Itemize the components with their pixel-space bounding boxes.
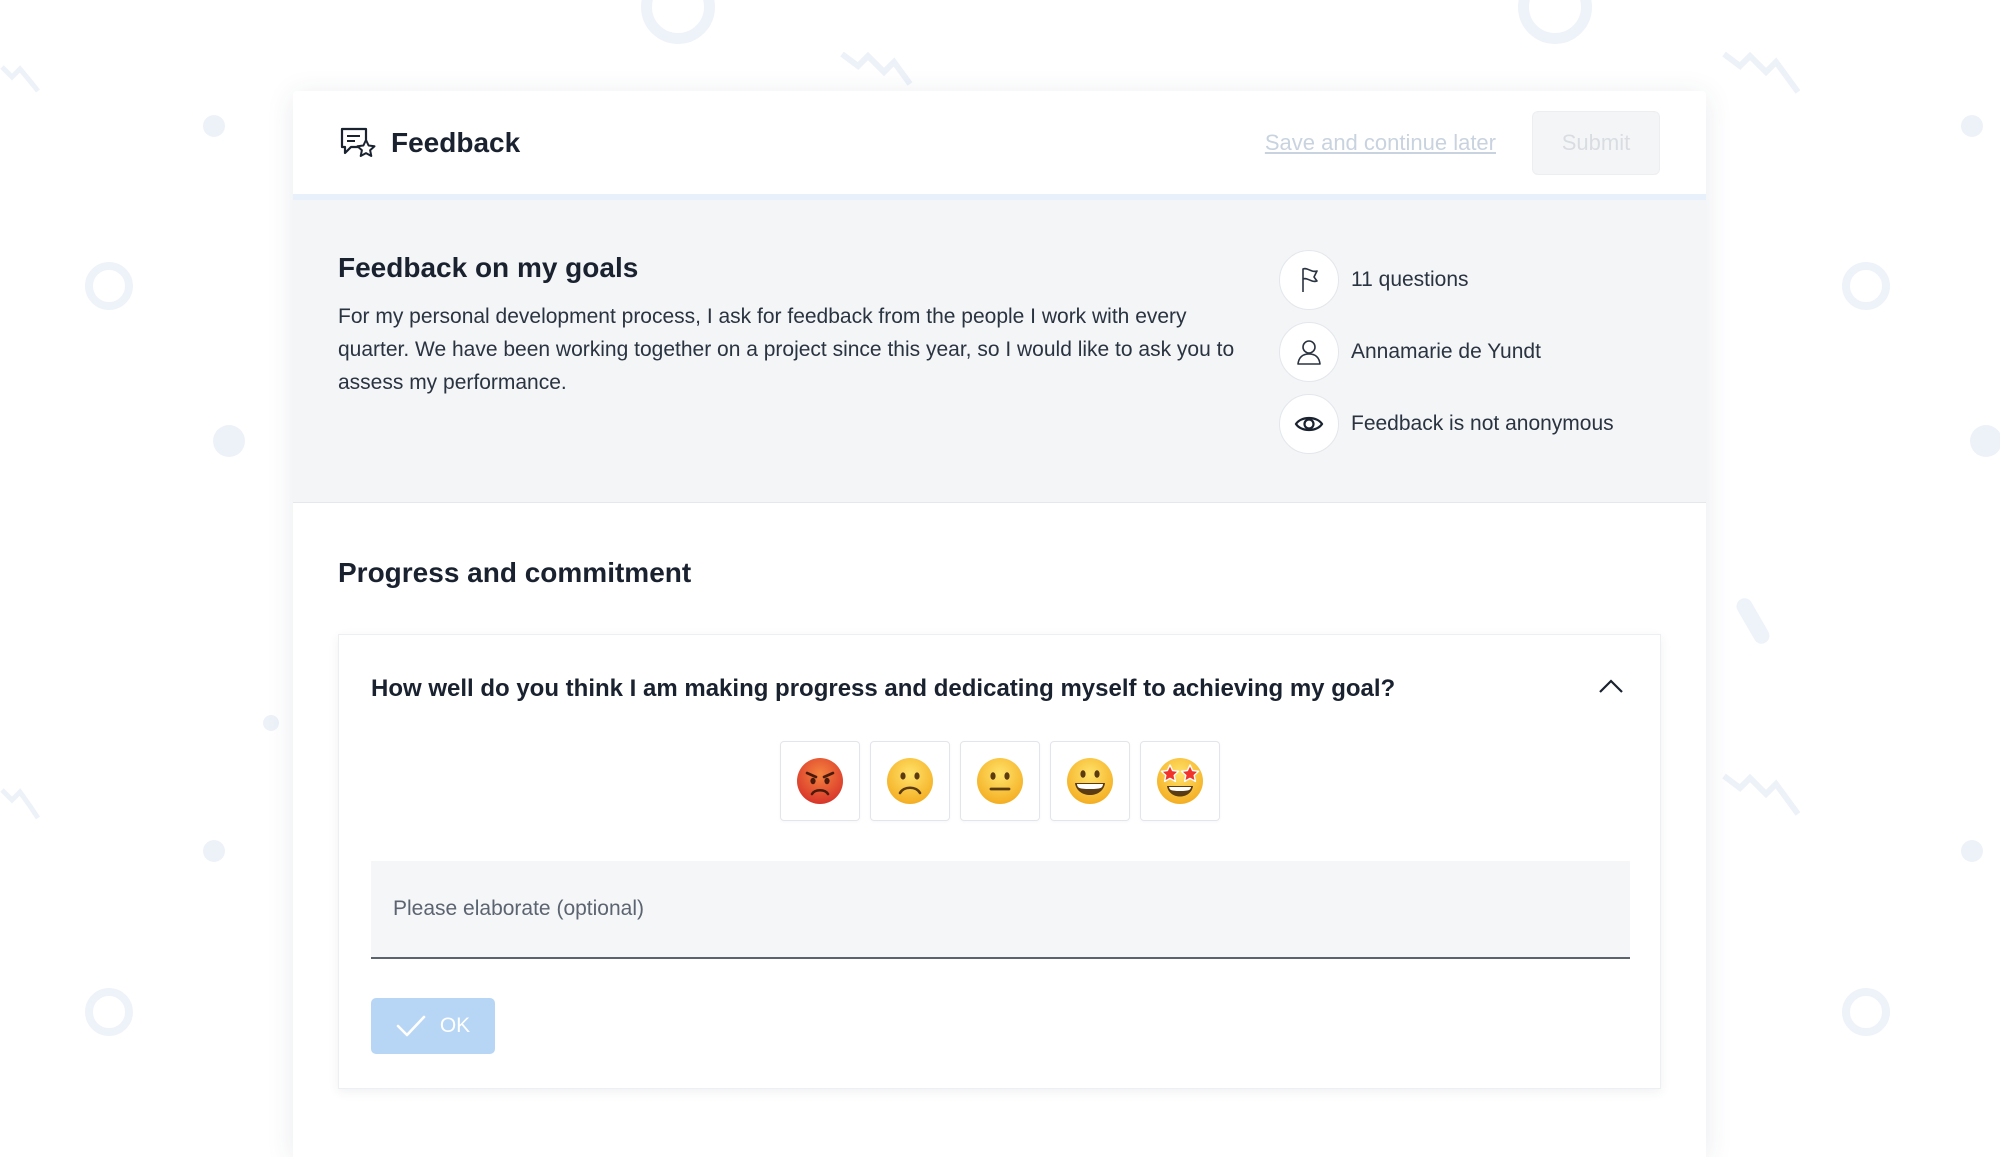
- question-card: How well do you think I am making progre…: [338, 634, 1661, 1089]
- page-title: Feedback: [391, 126, 521, 158]
- checkmark-icon: [396, 1015, 426, 1037]
- submit-button[interactable]: Submit: [1532, 110, 1660, 175]
- meta-text: Annamarie de Yundt: [1351, 340, 1541, 363]
- collapse-button[interactable]: [1596, 675, 1626, 697]
- feedback-chat-star-icon: [339, 126, 377, 160]
- star-struck-face-icon: [1156, 758, 1203, 804]
- background-zigzag: [1722, 773, 1801, 816]
- rating-frowning-button[interactable]: [869, 741, 950, 821]
- background-ring: [85, 988, 133, 1036]
- rating-neutral-button[interactable]: [959, 741, 1040, 821]
- chevron-up-icon: [1599, 679, 1623, 693]
- meta-item-questions: 11 questions: [1279, 250, 1614, 310]
- background-ring: [1842, 262, 1890, 310]
- feedback-info-panel: Feedback on my goals For my personal dev…: [293, 200, 1706, 503]
- rating-grinning-button[interactable]: [1049, 741, 1130, 821]
- background-dot: [263, 715, 279, 731]
- background-ring: [641, 0, 715, 44]
- angry-face-icon: [796, 758, 843, 804]
- emoji-rating: [339, 741, 1660, 821]
- feedback-description: For my personal development process, I a…: [338, 305, 1235, 394]
- feedback-card: Feedback Save and continue later Submit …: [293, 91, 1706, 1157]
- background-dot: [1961, 840, 1983, 862]
- background-dot: [203, 840, 225, 862]
- top-bar: Feedback Save and continue later Submit: [293, 91, 1706, 200]
- user-icon: [1279, 322, 1339, 382]
- question-text: How well do you think I am making progre…: [371, 675, 1396, 702]
- rating-star-struck-button[interactable]: [1139, 741, 1220, 821]
- meta-item-anonymity: Feedback is not anonymous: [1279, 394, 1614, 454]
- background-ring: [1518, 0, 1592, 44]
- background-dot: [203, 115, 225, 137]
- flag-icon: [1279, 250, 1339, 310]
- neutral-face-icon: [976, 758, 1023, 804]
- meta-text: Feedback is not anonymous: [1351, 412, 1614, 435]
- background-dot: [213, 425, 245, 457]
- section-title: Progress and commitment: [338, 557, 692, 588]
- background-zigzag: [1722, 51, 1801, 94]
- background-zigzag: [0, 788, 41, 820]
- brand: Feedback: [339, 126, 520, 160]
- background-ring: [1842, 988, 1890, 1036]
- ok-label: OK: [439, 1014, 471, 1037]
- background-zigzag: [840, 51, 913, 86]
- background-dot: [1970, 425, 2000, 457]
- meta-text: 11 questions: [1351, 268, 1469, 291]
- meta-item-author: Annamarie de Yundt: [1279, 322, 1614, 382]
- feedback-meta-list: 11 questions Annamarie de Yundt Feedback…: [1279, 250, 1614, 466]
- feedback-title: Feedback on my goals: [338, 252, 639, 283]
- ok-button[interactable]: OK: [371, 998, 495, 1054]
- background-dot: [1961, 115, 1983, 137]
- background-ring: [85, 262, 133, 310]
- elaborate-input[interactable]: [371, 861, 1630, 959]
- background-bar: [1733, 595, 1773, 647]
- grinning-face-icon: [1066, 758, 1113, 804]
- eye-icon: [1279, 394, 1339, 454]
- save-continue-later-link[interactable]: Save and continue later: [1265, 130, 1496, 156]
- frowning-face-icon: [886, 758, 933, 804]
- rating-angry-button[interactable]: [779, 741, 860, 821]
- background-zigzag: [0, 65, 40, 93]
